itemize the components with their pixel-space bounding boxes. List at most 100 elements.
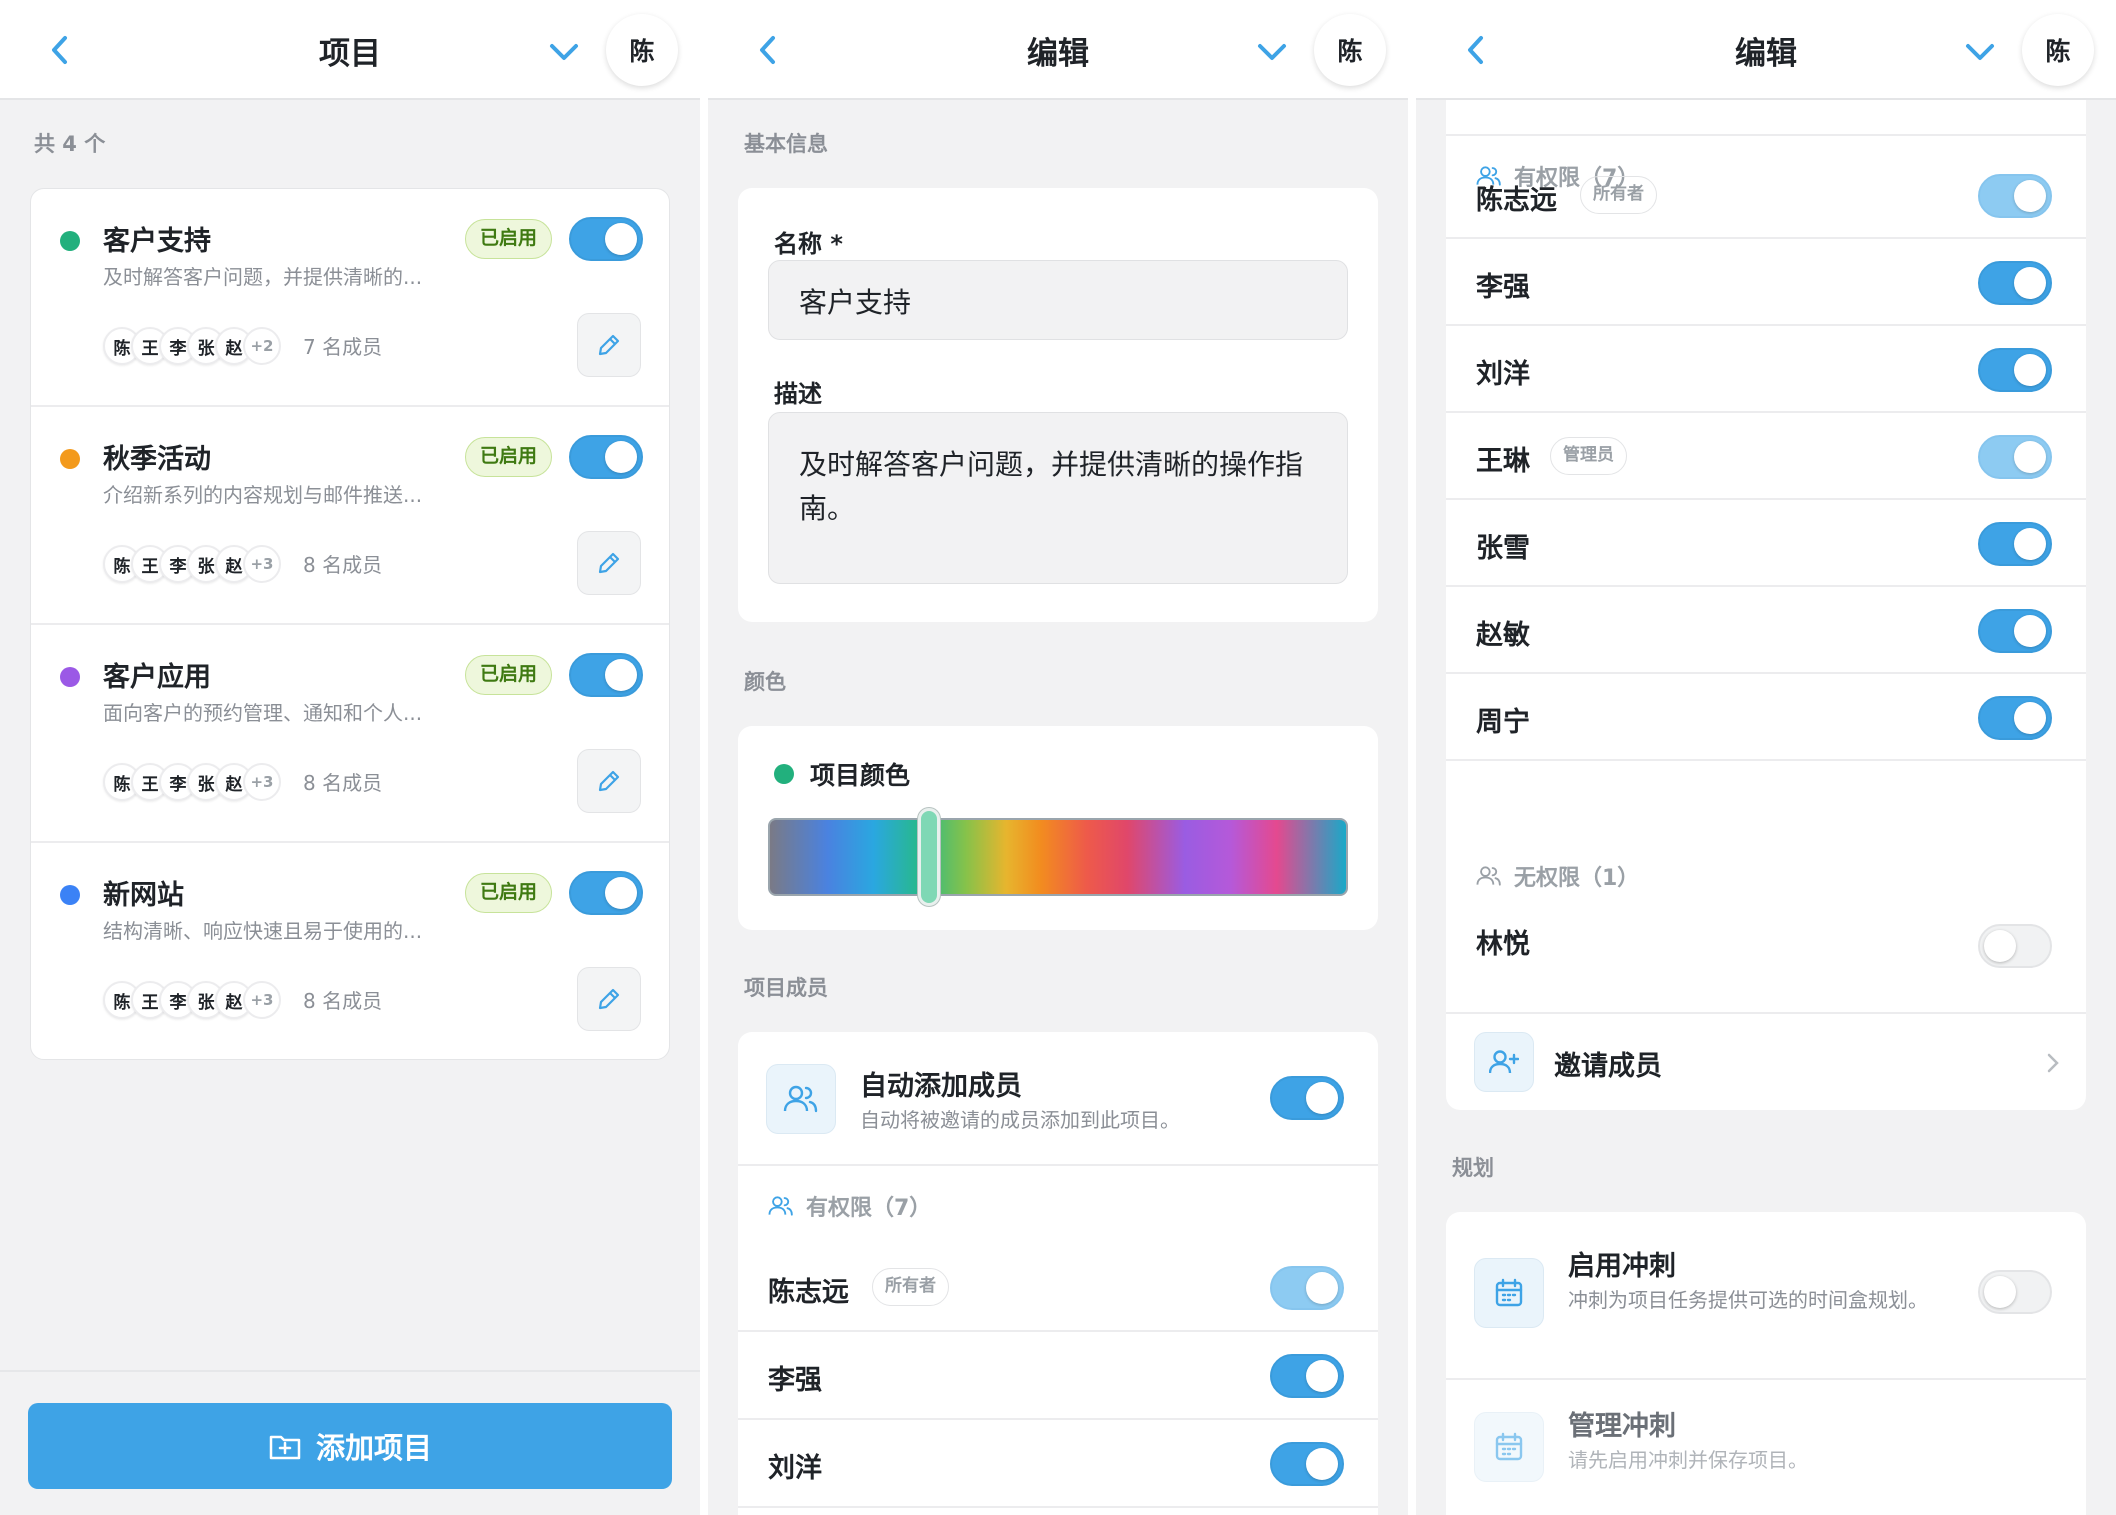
dropdown-button[interactable] <box>1252 32 1292 72</box>
user-avatar[interactable]: 陈 <box>2022 14 2094 86</box>
edit-project-button[interactable] <box>577 749 641 813</box>
project-enabled-toggle[interactable] <box>569 653 643 697</box>
project-enabled-toggle[interactable] <box>569 871 643 915</box>
page-title: 项目 <box>319 36 381 72</box>
edit-project-button[interactable] <box>577 531 641 595</box>
basic-info-card: 名称 * 客户支持 描述 及时解答客户问题，并提供清晰的操作指南。 <box>738 188 1378 622</box>
dropdown-button[interactable] <box>544 32 584 72</box>
member-name: 陈志远 <box>768 1277 849 1308</box>
members-card: 自动添加成员 自动将被邀请的成员添加到此项目。 有权限（7） 陈志远 所有者 李强刘… <box>738 1032 1378 1515</box>
auto-add-toggle[interactable] <box>1270 1076 1344 1120</box>
member-access-toggle[interactable] <box>1978 261 2052 305</box>
pencil-icon <box>598 770 620 792</box>
member-row: 陈志远 所有者 <box>738 1244 1378 1332</box>
project-item[interactable]: 秋季活动 介绍新系列的内容规划与邮件推送... 已启用陈王李张赵 +3 8 名成员 <box>31 407 669 625</box>
project-name: 秋季活动 <box>103 444 211 475</box>
edit-panel-top: 编辑 陈 基本信息 名称 * 客户支持 描述 及时解答客户问题，并提供清晰的操作… <box>708 0 1408 1515</box>
add-project-button[interactable]: 添加项目 <box>28 1403 672 1489</box>
unpermitted-group-header: 无权限（1） <box>1476 860 1639 892</box>
member-row: 张雪 <box>1446 500 2086 587</box>
planning-card: 启用冲刺 冲刺为项目任务提供可选的时间盒规划。 管理冲刺 请先启用冲刺并保存项目… <box>1446 1212 2086 1515</box>
project-enabled-toggle[interactable] <box>569 217 643 261</box>
member-access-toggle[interactable] <box>1978 174 2052 218</box>
member-access-toggle[interactable] <box>1978 435 2052 479</box>
member-count: 8 名成员 <box>303 553 383 577</box>
more-members-badge: +3 <box>243 545 281 583</box>
member-name: 刘洋 <box>768 1453 822 1484</box>
basic-info-section-title: 基本信息 <box>744 132 828 156</box>
user-avatar[interactable]: 陈 <box>606 14 678 86</box>
toggle-knob <box>2014 441 2046 473</box>
member-name: 赵敏 <box>1476 620 1530 651</box>
app-root: 项目 陈 共 4 个 客户支持 及时解答客户问题，并提供清晰的... 已启用陈王李张… <box>0 0 2116 1515</box>
toggle-knob <box>2014 528 2046 560</box>
hue-slider-handle[interactable] <box>918 808 940 906</box>
status-badge: 已启用 <box>465 655 553 695</box>
name-label: 名称 * <box>774 230 843 258</box>
project-item[interactable]: 新网站 结构清晰、响应快速且易于使用的... 已启用陈王李张赵 +3 8 名成员 <box>31 843 669 1059</box>
hue-slider[interactable] <box>768 808 1348 906</box>
member-name: 张雪 <box>1476 533 1530 564</box>
member-avatars: 陈王李张赵 +3 <box>103 759 281 805</box>
users-icon <box>783 1085 818 1113</box>
project-item[interactable]: 客户支持 及时解答客户问题，并提供清晰的... 已启用陈王李张赵 +2 7 名成员 <box>31 189 669 407</box>
toggle-knob <box>1306 1082 1338 1114</box>
project-item[interactable]: 客户应用 面向客户的预约管理、通知和个人... 已启用陈王李张赵 +3 8 名成员 <box>31 625 669 843</box>
member-access-toggle[interactable] <box>1270 1442 1344 1486</box>
invite-member-row[interactable]: 邀请成员 <box>1446 1012 2086 1110</box>
enable-sprint-toggle[interactable] <box>1978 1270 2052 1314</box>
bottom-bar: 添加项目 <box>0 1370 700 1515</box>
project-color-text: 项目颜色 <box>810 761 911 790</box>
project-color-dot <box>60 449 80 469</box>
manage-sprint-subtitle: 请先启用冲刺并保存项目。 <box>1568 1448 1808 1472</box>
calendar-icon-tile <box>1474 1412 1544 1482</box>
member-access-toggle[interactable] <box>1978 609 2052 653</box>
color-section-title: 颜色 <box>744 670 786 694</box>
toggle-knob <box>1984 1276 2016 1308</box>
member-avatars: 陈王李张赵 +3 <box>103 977 281 1023</box>
name-field[interactable]: 客户支持 <box>768 260 1348 340</box>
auto-add-subtitle: 自动将被邀请的成员添加到此项目。 <box>860 1108 1180 1132</box>
toggle-knob <box>2014 354 2046 386</box>
member-row: 赵敏 <box>1446 587 2086 674</box>
member-row: 李强 <box>738 1332 1378 1420</box>
planning-section-title: 规划 <box>1452 1156 1494 1180</box>
description-label: 描述 <box>774 380 822 408</box>
auto-add-row: 自动添加成员 自动将被邀请的成员添加到此项目。 <box>738 1032 1378 1166</box>
member-name: 李强 <box>1476 272 1530 303</box>
pencil-icon <box>598 552 620 574</box>
dropdown-button[interactable] <box>1960 32 2000 72</box>
chevron-down-icon <box>550 44 578 60</box>
project-count: 共 4 个 <box>34 132 106 156</box>
member-name: 陈志远 <box>1476 185 1557 216</box>
user-plus-icon <box>1489 1050 1519 1074</box>
calendar-icon <box>1495 1278 1523 1307</box>
member-row: 林悦 <box>1446 896 2086 996</box>
project-enabled-toggle[interactable] <box>569 435 643 479</box>
member-name: 刘洋 <box>1476 359 1530 390</box>
description-field[interactable]: 及时解答客户问题，并提供清晰的操作指南。 <box>768 412 1348 584</box>
member-count: 8 名成员 <box>303 989 383 1013</box>
edit-project-button[interactable] <box>577 313 641 377</box>
member-access-toggle[interactable] <box>1270 1266 1344 1310</box>
header: 编辑 陈 <box>708 0 1408 100</box>
toggle-knob <box>1306 1448 1338 1480</box>
edit-project-button[interactable] <box>577 967 641 1031</box>
member-access-toggle[interactable] <box>1978 924 2052 968</box>
toggle-knob <box>1984 930 2016 962</box>
project-name: 客户应用 <box>103 662 211 693</box>
enable-sprint-title: 启用冲刺 <box>1568 1251 1676 1282</box>
role-badge: 所有者 <box>872 1268 949 1306</box>
permitted-group-header: 有权限（7） <box>768 1190 931 1222</box>
user-avatar[interactable]: 陈 <box>1314 14 1386 86</box>
member-access-toggle[interactable] <box>1978 522 2052 566</box>
pencil-icon <box>598 988 620 1010</box>
member-name: 林悦 <box>1476 929 1530 960</box>
member-access-toggle[interactable] <box>1270 1354 1344 1398</box>
calendar-icon <box>1495 1432 1523 1461</box>
member-access-toggle[interactable] <box>1978 348 2052 392</box>
more-members-badge: +3 <box>243 981 281 1019</box>
auto-add-title: 自动添加成员 <box>860 1071 1022 1102</box>
folder-plus-icon <box>269 1435 301 1460</box>
member-access-toggle[interactable] <box>1978 696 2052 740</box>
